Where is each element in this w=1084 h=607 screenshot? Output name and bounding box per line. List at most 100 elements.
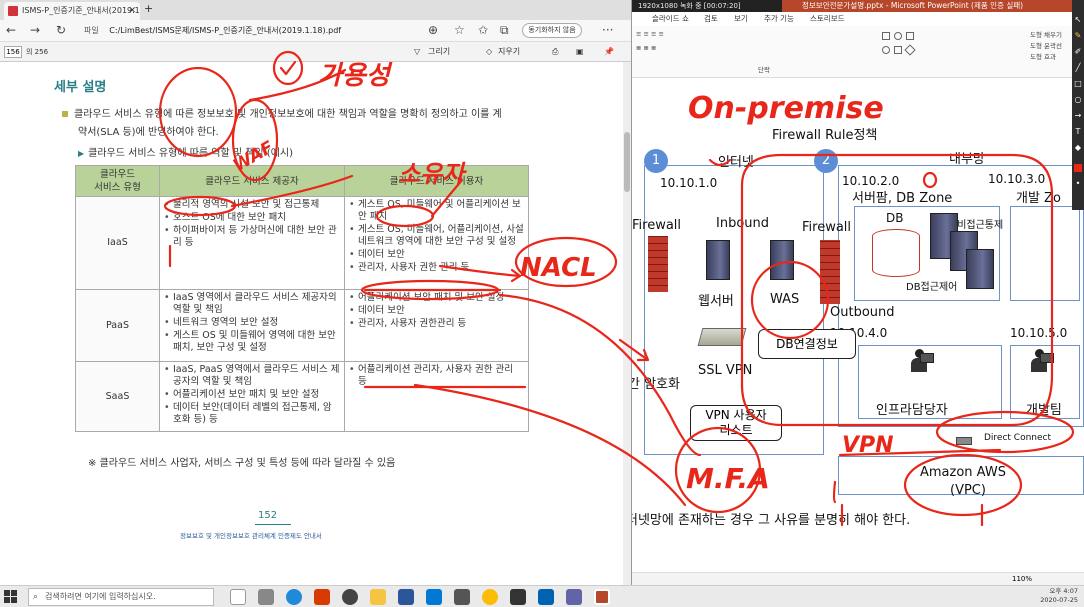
page-total-label: 의 256 [26, 48, 49, 56]
erase-tool-button[interactable]: 지우기 [498, 45, 520, 59]
infra-admin-label: 인프라담당자 [876, 403, 948, 418]
shape-outline-button[interactable]: 도형 윤곽선 [1030, 40, 1062, 50]
clock-time: 오후 4:07 [1049, 587, 1078, 595]
print-icon[interactable]: ⎙ [552, 45, 558, 59]
forward-icon[interactable]: → [30, 23, 40, 37]
app-icon[interactable] [566, 589, 582, 605]
scrollbar[interactable] [623, 62, 631, 585]
browser-tab-strip: ISMS-P_인증기준_안내서(2019.1 ✕ + [0, 0, 631, 20]
tab-review[interactable]: 검토 [704, 12, 718, 26]
list-item: 데이터 보안 [349, 249, 524, 261]
list-item: 하이퍼바이저 등 가상머신에 대한 보안 관리 등 [164, 225, 340, 249]
zone-number-badge: 1 [644, 149, 668, 173]
text-tool-icon[interactable]: T [1074, 128, 1082, 136]
color-swatch-icon[interactable] [1074, 164, 1082, 172]
settings-icon[interactable] [258, 589, 274, 605]
arrow-tool-icon[interactable]: → [1074, 112, 1082, 120]
collections-icon[interactable]: ⧉ [500, 23, 509, 38]
zoom-icon[interactable]: ⊕ [428, 23, 438, 37]
callout-line: 리스트 [719, 423, 753, 437]
address-field[interactable]: 파일 C:/LimBest/ISMS문제/ISMS-P_인증기준_안내서(201… [84, 23, 454, 39]
draw-tool-button[interactable]: 그리기 [428, 45, 450, 59]
system-clock[interactable]: 오후 4:07 2020-07-25 [1040, 587, 1078, 605]
search-app-icon[interactable] [342, 589, 358, 605]
draw-icon[interactable]: ▽ [414, 45, 420, 59]
more-tools-icon[interactable]: • [1074, 180, 1082, 188]
mail-app-icon[interactable] [426, 589, 442, 605]
app-icon[interactable] [510, 589, 526, 605]
powerpoint-app-icon[interactable] [594, 589, 610, 605]
align-justify-icon[interactable]: ≣ ≣ ≣ [636, 44, 656, 52]
scrollbar-thumb[interactable] [624, 132, 630, 192]
direct-connect-line [838, 443, 1084, 457]
taskbar-search-input[interactable]: ⌕ 검색하려면 여기에 입력하십시오. [28, 588, 214, 606]
section-heading: 세부 설명 [54, 80, 107, 95]
shape-line-icon[interactable] [906, 32, 914, 40]
shape-square-icon[interactable] [894, 46, 902, 54]
internet-label: 인터넷 [718, 155, 754, 170]
sub-bullet-text: 클라우드 서비스 유형에 따른 역할 및 책임 (예시) [88, 148, 294, 159]
eraser-icon[interactable]: ◆ [1074, 144, 1082, 152]
service-type-cell: IaaS [75, 196, 160, 290]
provider-cell: 물리적 영역의 시설 보안 및 접근통제 호스트 OS에 대한 보안 패치 하이… [159, 196, 345, 290]
save-icon[interactable]: ▣ [576, 45, 584, 59]
browser-tab[interactable]: ISMS-P_인증기준_안내서(2019.1 ✕ [4, 2, 140, 20]
user-cell: 게스트 OS, 미들웨어 및 어플리케이션 보안 패치 게스트 OS, 미들웨어… [344, 196, 529, 290]
recorder-status: 1920x1080 녹화 중 [00:07:20] [632, 0, 782, 12]
shape-effects-button[interactable]: 도형 효과 [1030, 51, 1056, 61]
chrome-app-icon[interactable] [482, 589, 498, 605]
task-view-icon[interactable] [230, 589, 246, 605]
shape-fill-button[interactable]: 도형 채우기 [1030, 29, 1062, 39]
align-left-icon[interactable]: ≡ ≡ ≡ ≡ [636, 30, 664, 38]
cursor-icon[interactable]: ↖ [1074, 16, 1082, 24]
outbound-label: Outbound [830, 305, 895, 320]
table-row: IaaS 물리적 영역의 시설 보안 및 접근통제 호스트 OS에 대한 보안 … [75, 196, 529, 290]
shape-oval-icon[interactable] [894, 32, 902, 40]
dev-team-label: 개발팀 [1026, 403, 1062, 418]
store-app-icon[interactable] [454, 589, 470, 605]
tab-addins[interactable]: 추가 기능 [764, 12, 794, 26]
tab-storyboard[interactable]: 스토리보드 [810, 12, 845, 26]
shape-circle-icon[interactable] [882, 46, 890, 54]
pen-icon[interactable]: ✎ [1074, 32, 1082, 40]
list-item: 관리자, 사용자 권한관리 등 [349, 318, 524, 330]
edge-app-icon[interactable] [286, 589, 302, 605]
line-icon[interactable]: ╱ [1074, 64, 1082, 72]
office-app-icon[interactable] [314, 589, 330, 605]
refresh-icon[interactable]: ↻ [56, 23, 66, 37]
app-icon[interactable] [538, 589, 554, 605]
sync-button[interactable]: 동기화하지 않음 [522, 23, 582, 38]
slide-canvas[interactable]: Firewall Rule정책 내부망 1 2 인터넷 10.10.1.0 10… [632, 79, 1084, 574]
table-row: SaaS IaaS, PaaS 영역에서 클라우드 서비스 제공자의 역할 및 … [75, 361, 529, 432]
table-header-cell: 클라우드 서비스 이용자 [344, 165, 529, 197]
ppt-status-bar: 110% [632, 572, 1084, 585]
pin-icon[interactable]: 📌 [604, 45, 614, 59]
tab-view[interactable]: 보기 [734, 12, 748, 26]
favorites-icon[interactable]: ✩ [478, 23, 488, 37]
dev-zone-box [1010, 206, 1080, 301]
highlighter-icon[interactable]: ✐ [1074, 48, 1082, 56]
shape-rect-icon[interactable] [882, 32, 890, 40]
database-icon [872, 229, 920, 277]
back-icon[interactable]: ← [6, 23, 16, 37]
internet-subnet: 10.10.1.0 [660, 176, 718, 190]
admin-person-icon [908, 349, 934, 377]
more-icon[interactable]: ··· [602, 23, 613, 37]
provider-cell: IaaS 영역에서 클라우드 서비스 제공자의 역할 및 책임 네트워크 영역의… [159, 289, 345, 362]
favorite-star-icon[interactable]: ☆ [454, 23, 465, 37]
word-app-icon[interactable] [398, 589, 414, 605]
page-number-input[interactable]: 156 [4, 46, 22, 58]
new-tab-button[interactable]: + [144, 2, 153, 15]
zoom-level[interactable]: 110% [1012, 573, 1032, 585]
tab-slideshow[interactable]: 슬라이드 쇼 [652, 12, 689, 26]
eraser-icon[interactable]: ◇ [486, 45, 492, 59]
windows-start-icon[interactable] [4, 590, 18, 604]
firewall-right-label: Firewall [802, 220, 852, 235]
close-icon[interactable]: ✕ [128, 2, 136, 20]
rectangle-tool-icon[interactable]: □ [1074, 80, 1082, 88]
list-item: 게스트 OS, 미들웨어 및 어플리케이션 보안 패치 [349, 199, 524, 223]
file-explorer-icon[interactable] [370, 589, 386, 605]
shape-diamond-icon[interactable] [904, 44, 916, 56]
circle-tool-icon[interactable]: ○ [1074, 96, 1082, 104]
db-connection-callout: DB연결정보 [758, 329, 856, 359]
